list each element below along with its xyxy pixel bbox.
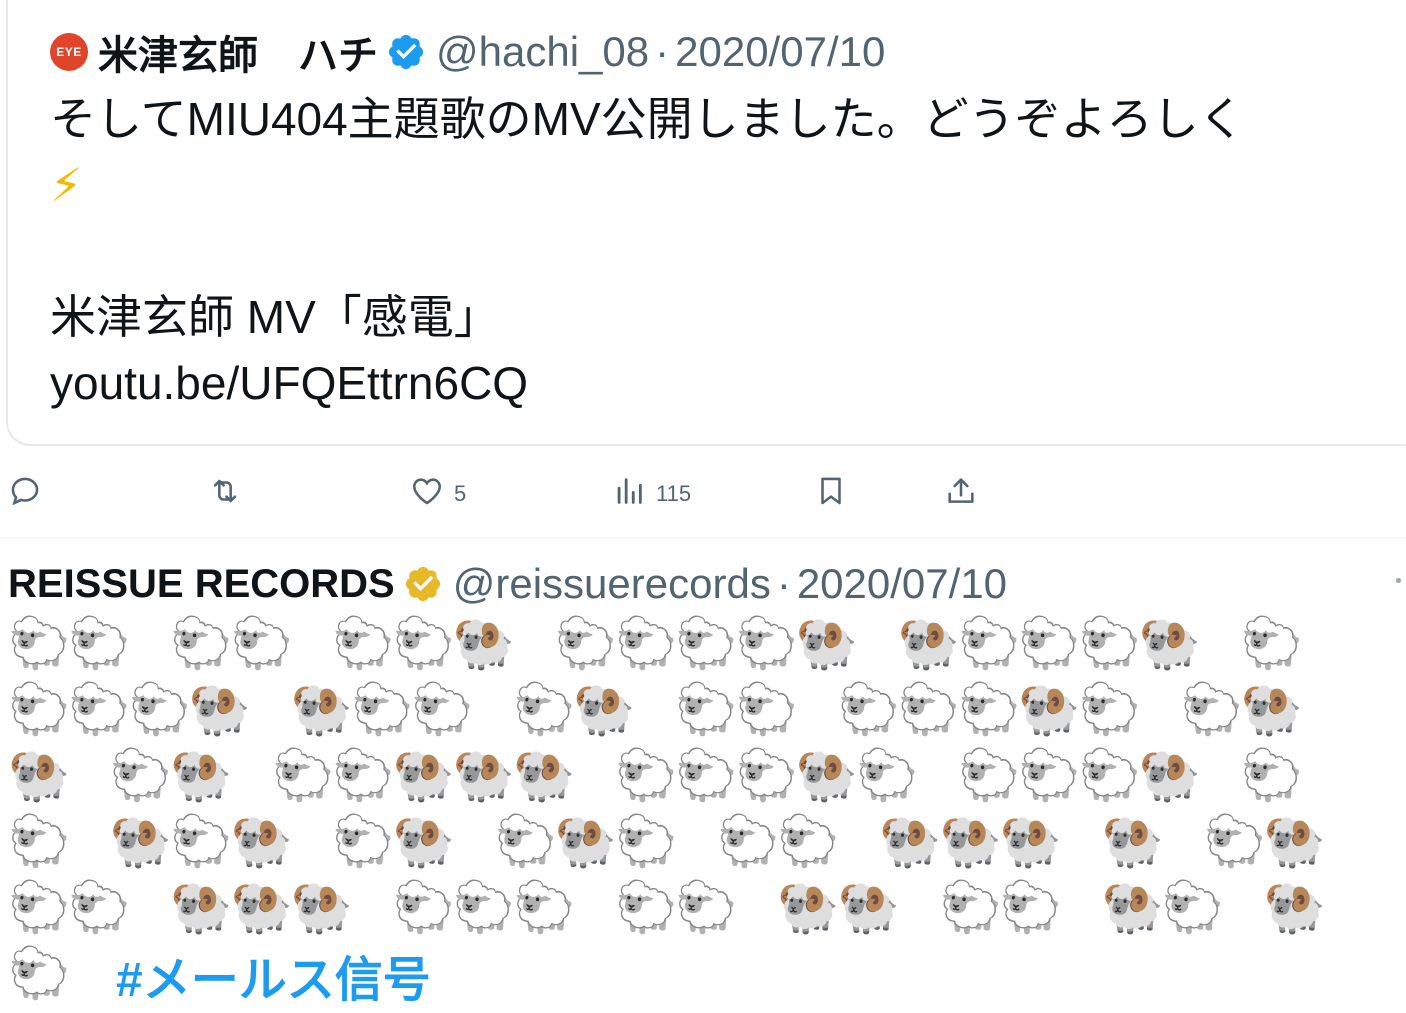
bookmark-icon — [814, 474, 848, 514]
reply-icon — [8, 474, 42, 514]
heart-icon — [410, 474, 444, 514]
tweet-link[interactable]: youtu.be/UFQEttrn6CQ — [50, 350, 1400, 416]
tweet-date[interactable]: 2020/07/10 — [675, 28, 885, 76]
like-button[interactable]: 5 — [410, 474, 466, 514]
share-button[interactable] — [944, 474, 978, 514]
verified-gold-badge-icon — [403, 564, 443, 604]
tweet-text-line: そしてMIU404主題歌のMV公開しました。どうぞよろしく — [50, 93, 1245, 145]
sheep-emoji-row: 🐑 🐏🐑🐏 🐑🐏 🐑🐏🐑 🐑🐑 🐏🐏🐏 🐏 🐑🐏 — [8, 812, 1326, 870]
hashtag-link[interactable]: #メールス信号 — [116, 940, 431, 1010]
sheep-emoji-row: 🐑🐑🐑🐏 🐏🐑🐑 🐑🐏 🐑🐑 🐑🐑🐑🐏🐑 🐑🐏 — [8, 680, 1303, 738]
author-handle[interactable]: @reissuerecords — [453, 560, 771, 608]
tweet-action-bar: 5 115 — [0, 470, 1406, 518]
quoted-tweet-card[interactable]: EYE 米津玄師 ハチ @hachi_08 · 2020/07/10 そしてMI… — [6, 0, 1406, 446]
sheep-emoji-row: 🐑🐑 🐑🐑 🐑🐑🐏 🐑🐑🐑🐑🐏 🐏🐑🐑🐑🐏 🐑 — [8, 614, 1303, 672]
lightning-emoji: ⚡ — [50, 159, 83, 211]
author-display-name[interactable]: REISSUE RECORDS — [8, 562, 395, 607]
bookmark-button[interactable] — [814, 474, 848, 514]
views-button[interactable]: 115 — [612, 474, 691, 514]
author-handle[interactable]: @hachi_08 — [436, 28, 649, 76]
divider — [0, 537, 1406, 538]
quoted-tweet-text: そしてMIU404主題歌のMV公開しました。どうぞよろしく ⚡ 米津玄師 MV「… — [50, 86, 1400, 416]
verified-badge-icon — [386, 32, 426, 72]
reply-button[interactable] — [8, 474, 42, 514]
retweet-icon — [208, 474, 242, 514]
sheep-emoji-row: 🐏 🐑🐏 🐑🐑🐏🐏🐏 🐑🐑🐑🐏🐑 🐑🐑🐑🐏 🐑 — [8, 746, 1303, 804]
share-icon — [944, 474, 978, 514]
sheep-emoji-row: 🐑🐑 🐏🐏🐏 🐑🐑🐑 🐑🐑 🐏🐏 🐑🐑 🐏🐑 🐏 — [8, 878, 1326, 936]
views-count: 115 — [656, 481, 692, 506]
quoted-tweet-header: EYE 米津玄師 ハチ @hachi_08 · 2020/07/10 — [50, 24, 885, 80]
tweet-date[interactable]: 2020/07/10 — [797, 560, 1007, 608]
views-icon — [612, 474, 646, 514]
separator-dot: · — [776, 560, 791, 607]
tweet-header: REISSUE RECORDS @reissuerecords · 2020/0… — [8, 556, 1007, 612]
tweet-text-line: 米津玄師 MV「感電」 — [50, 291, 500, 343]
separator-dot: · — [655, 28, 670, 75]
like-count: 5 — [454, 481, 467, 506]
retweet-button[interactable] — [208, 474, 242, 514]
sheep-emoji: 🐑 — [8, 944, 71, 1002]
author-display-name[interactable]: 米津玄師 ハチ — [98, 23, 378, 81]
avatar[interactable]: EYE — [50, 33, 88, 71]
more-options-icon[interactable] — [1396, 578, 1401, 583]
